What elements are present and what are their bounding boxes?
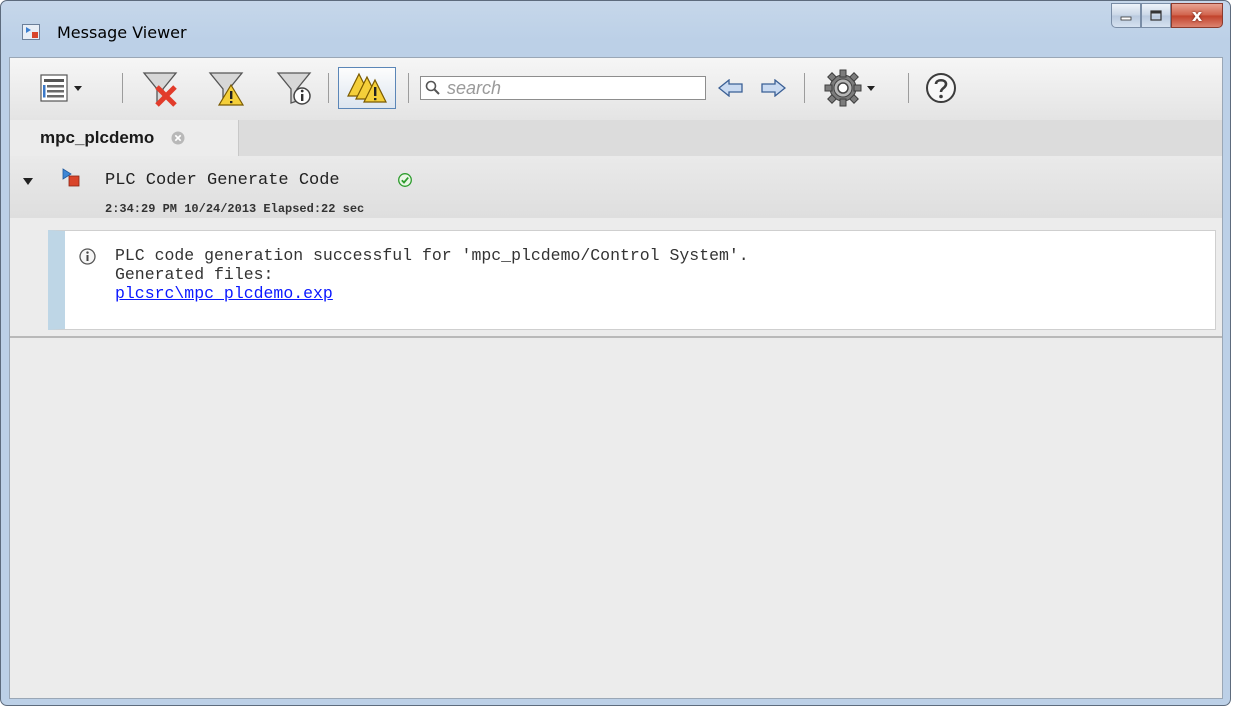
tab-strip: mpc_plcdemo (10, 120, 1222, 157)
section-divider (10, 336, 1222, 338)
gear-icon (824, 69, 862, 107)
maximize-icon (1150, 10, 1162, 21)
toolbar (10, 58, 1222, 121)
filter-warnings-icon (208, 72, 245, 106)
group-title: PLC Coder Generate Code (105, 171, 340, 190)
toolbar-separator (408, 73, 409, 103)
title-bar[interactable]: Message Viewer x (1, 1, 1230, 57)
client-area: mpc_plcdemo PLC Coder Generate Code (9, 57, 1223, 699)
toggle-warnings-icon (347, 72, 387, 103)
plc-coder-icon (62, 168, 80, 187)
filter-warnings-button[interactable] (204, 68, 248, 108)
toggle-warnings-button[interactable] (338, 67, 396, 109)
filter-info-button[interactable] (272, 68, 316, 108)
message-line: Generated files: (115, 265, 274, 284)
help-icon (926, 73, 956, 103)
search-input[interactable] (445, 76, 699, 100)
forward-arrow-icon (761, 79, 786, 97)
message-item: PLC code generation successful for 'mpc_… (48, 230, 1216, 330)
message-group-header[interactable]: PLC Coder Generate Code 2:34:29 PM 10/24… (10, 156, 1222, 218)
message-line: PLC code generation successful for 'mpc_… (115, 246, 749, 265)
generated-file-link[interactable]: plcsrc\mpc_plcdemo.exp (115, 284, 333, 303)
toolbar-separator (328, 73, 329, 103)
toolbar-separator (122, 73, 123, 103)
filter-errors-button[interactable] (138, 68, 182, 108)
message-list-icon (40, 74, 68, 102)
help-button[interactable] (920, 68, 962, 108)
message-text: PLC code generation successful for 'mpc_… (115, 246, 749, 303)
view-menu-button[interactable] (34, 68, 88, 108)
search-box[interactable] (420, 76, 706, 100)
dropdown-arrow-icon (74, 86, 82, 91)
window-controls: x (1111, 3, 1223, 28)
group-timestamp: 2:34:29 PM 10/24/2013 Elapsed:22 sec (105, 202, 365, 216)
minimize-button[interactable] (1111, 3, 1141, 28)
minimize-icon (1120, 16, 1132, 20)
app-icon (22, 24, 40, 40)
search-icon (425, 80, 440, 95)
message-viewer-window: Message Viewer x search mpc_plcdemo PLC … (0, 0, 1231, 706)
collapse-arrow-icon[interactable] (22, 176, 34, 186)
maximize-button[interactable] (1141, 3, 1171, 28)
tab-mpc-plcdemo[interactable]: mpc_plcdemo (10, 120, 239, 156)
dropdown-arrow-icon (867, 86, 875, 91)
previous-button[interactable] (714, 68, 748, 108)
message-list: PLC Coder Generate Code 2:34:29 PM 10/24… (10, 156, 1222, 698)
close-tab-icon[interactable] (171, 131, 185, 145)
filter-errors-icon (142, 72, 178, 107)
toolbar-separator (908, 73, 909, 103)
window-title: Message Viewer (57, 23, 187, 42)
close-icon: x (1191, 6, 1203, 25)
next-button[interactable] (756, 68, 790, 108)
toolbar-separator (804, 73, 805, 103)
back-arrow-icon (718, 79, 743, 97)
tab-label: mpc_plcdemo (40, 128, 155, 147)
success-check-icon (398, 173, 412, 187)
filter-info-icon (276, 72, 312, 105)
info-icon (79, 248, 96, 265)
settings-menu-button[interactable] (820, 68, 880, 108)
close-button[interactable]: x (1171, 3, 1223, 28)
